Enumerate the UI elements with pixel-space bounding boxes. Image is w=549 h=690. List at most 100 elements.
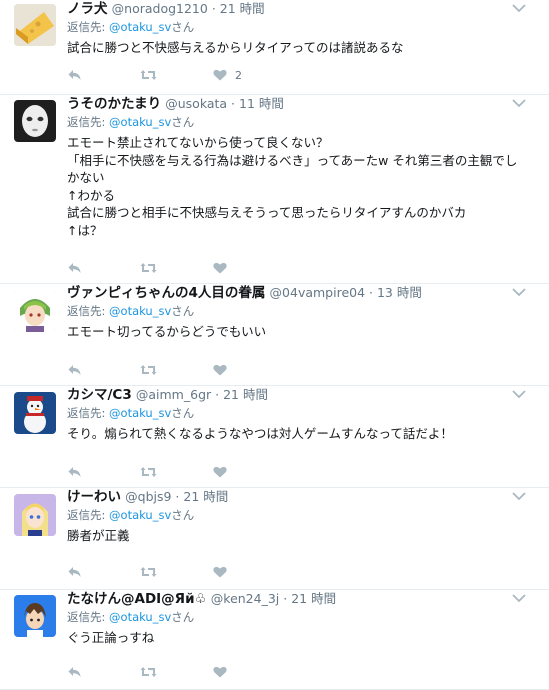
tweet-text: エモート切ってるからどうでもいい	[67, 323, 529, 341]
display-name[interactable]: ノラ犬	[67, 1, 108, 17]
like-icon[interactable]	[213, 566, 227, 580]
like-icon[interactable]	[213, 69, 227, 83]
username[interactable]: @noradog1210	[112, 1, 208, 16]
reply-icon[interactable]	[68, 262, 81, 276]
display-name[interactable]: カシマ/C3	[67, 387, 132, 403]
reply-context: 返信先: @otaku_svさん	[67, 507, 529, 523]
reply-to-handle[interactable]: @otaku_sv	[109, 115, 171, 129]
username[interactable]: @aimm_6gr	[136, 387, 211, 402]
retweet-icon[interactable]	[140, 466, 157, 480]
like-icon[interactable]	[213, 364, 227, 378]
username[interactable]: @04vampire04	[270, 285, 366, 300]
tweet-body: ノラ犬 @noradog1210 · 21 時間返信先: @otaku_svさん…	[67, 0, 529, 57]
reply-suffix: さん	[171, 304, 195, 318]
retweet-icon[interactable]	[140, 566, 157, 580]
display-name[interactable]: たなけん@ADI@Яй♧	[67, 591, 207, 607]
like-icon[interactable]	[213, 262, 227, 276]
tweet-header: カシマ/C3 @aimm_6gr · 21 時間	[67, 386, 529, 404]
tweet-text-line: 勝者が正義	[67, 528, 130, 543]
tweet-text: そり。煽られて熱くなるようなやつは対人ゲームすんなって話だよ！	[67, 425, 529, 443]
reply-icon[interactable]	[68, 364, 81, 378]
reply-context: 返信先: @otaku_svさん	[67, 303, 529, 319]
separator-dot: ·	[279, 591, 292, 606]
display-name[interactable]: ヴァンピィちゃんの4人目の眷属	[67, 285, 265, 301]
retweet-icon[interactable]	[140, 262, 157, 276]
timestamp[interactable]: 21 時間	[183, 489, 228, 504]
tweet-text-line: ↑は？	[67, 222, 103, 238]
tweet-text: ぐう正論っすね	[67, 629, 529, 647]
reply-context: 返信先: @otaku_svさん	[67, 114, 529, 130]
tweet-body: けーわい @qbjs9 · 21 時間返信先: @otaku_svさん 勝者が正義	[67, 488, 529, 545]
reply-to-handle[interactable]: @otaku_sv	[109, 406, 171, 420]
tweet-text: 勝者が正義	[67, 527, 529, 545]
cheese-icon	[14, 4, 56, 46]
reply-to-handle[interactable]: @otaku_sv	[109, 508, 171, 522]
separator-dot: ·	[171, 489, 184, 504]
tweet-text-line: ↑わかる	[67, 187, 115, 203]
timestamp[interactable]: 21 時間	[223, 387, 268, 402]
reply-suffix: さん	[171, 508, 195, 522]
tweet-body: ヴァンピィちゃんの4人目の眷属 @04vampire04 · 13 時間 返信先:…	[67, 284, 529, 341]
tweet-text-line: エモート禁止されてないから使って良くない？	[67, 135, 329, 150]
tweet[interactable]: けーわい @qbjs9 · 21 時間返信先: @otaku_svさん 勝者が正義	[0, 488, 549, 590]
tweet-text-line: エモート切ってるからどうでもいい	[67, 324, 267, 339]
anime-boy-icon	[14, 595, 56, 637]
timestamp[interactable]: 11 時間	[239, 96, 284, 111]
separator-dot: ·	[207, 1, 220, 16]
retweet-icon[interactable]	[140, 69, 157, 83]
reply-prefix: 返信先:	[67, 406, 106, 420]
retweet-icon[interactable]	[140, 666, 157, 680]
tweet[interactable]: ノラ犬 @noradog1210 · 21 時間返信先: @otaku_svさん…	[0, 0, 549, 95]
tweet[interactable]: ヴァンピィちゃんの4人目の眷属 @04vampire04 · 13 時間 返信先:…	[0, 284, 549, 386]
reply-context: 返信先: @otaku_svさん	[67, 19, 529, 35]
timestamp[interactable]: 21 時間	[220, 1, 265, 16]
anime-character-icon	[14, 290, 56, 332]
reply-to-handle[interactable]: @otaku_sv	[109, 304, 171, 318]
anime-girl-icon	[14, 494, 56, 536]
tweet-body: カシマ/C3 @aimm_6gr · 21 時間 返信先: @otaku_svさん…	[67, 386, 529, 443]
display-name[interactable]: けーわい	[67, 489, 121, 505]
avatar[interactable]	[14, 595, 56, 637]
tweet-text-line: ぐう正論っすね	[67, 630, 155, 645]
username[interactable]: @qbjs9	[125, 489, 171, 504]
avatar[interactable]	[14, 392, 56, 434]
reply-prefix: 返信先:	[67, 115, 106, 129]
tweet-text-line: 「相手に不快感を与える行為は避けるべき」ってあーたw それ第三者の主観でし	[67, 152, 518, 168]
reply-suffix: さん	[171, 610, 195, 624]
reply-prefix: 返信先:	[67, 304, 106, 318]
tweet-text-line: 試合に勝つと相手に不快感与えそうって思ったらリタイアすんのかバカ	[67, 205, 467, 220]
reply-icon[interactable]	[68, 666, 81, 680]
reply-context: 返信先: @otaku_svさん	[67, 405, 529, 421]
username[interactable]: @usokata	[165, 96, 227, 111]
reply-context: 返信先: @otaku_svさん	[67, 609, 529, 625]
reply-icon[interactable]	[68, 566, 81, 580]
avatar[interactable]	[14, 494, 56, 536]
tweet[interactable]: たなけん@ADI@Яй♧ @ken24_3j · 21 時間返信先: @otak…	[0, 590, 549, 690]
avatar[interactable]	[14, 100, 56, 142]
tweet[interactable]: うそのかたまり @usokata · 11 時間 返信先: @otaku_svさん…	[0, 95, 549, 284]
username[interactable]: @ken24_3j	[211, 591, 280, 606]
avatar[interactable]	[14, 290, 56, 332]
like-icon[interactable]	[213, 666, 227, 680]
timestamp[interactable]: 21 時間	[291, 591, 336, 606]
like-count: 2	[235, 69, 242, 82]
tweet-header: うそのかたまり @usokata · 11 時間	[67, 95, 529, 113]
display-name[interactable]: うそのかたまり	[67, 96, 161, 112]
doll-face-icon	[14, 100, 56, 142]
reply-icon[interactable]	[68, 69, 81, 83]
tweet-text: 試合に勝つと不快感与えるからリタイアってのは諸説あるな	[67, 39, 529, 57]
reply-icon[interactable]	[68, 466, 81, 480]
retweet-icon[interactable]	[140, 364, 157, 378]
tweet[interactable]: カシマ/C3 @aimm_6gr · 21 時間 返信先: @otaku_svさん…	[0, 386, 549, 488]
tweet-header: ヴァンピィちゃんの4人目の眷属 @04vampire04 · 13 時間	[67, 284, 529, 302]
tweet-text: エモート禁止されてないから使って良くない？ 「相手に不快感を与える行為は避けるべき…	[67, 134, 529, 239]
reply-to-handle[interactable]: @otaku_sv	[109, 610, 171, 624]
avatar[interactable]	[14, 4, 56, 46]
reply-suffix: さん	[171, 406, 195, 420]
reply-suffix: さん	[171, 20, 195, 34]
like-icon[interactable]	[213, 466, 227, 480]
tweet-text-line: 試合に勝つと不快感与えるからリタイアってのは諸説あるな	[67, 40, 404, 55]
timestamp[interactable]: 13 時間	[377, 285, 422, 300]
snowman-icon	[14, 392, 56, 434]
reply-to-handle[interactable]: @otaku_sv	[109, 20, 171, 34]
